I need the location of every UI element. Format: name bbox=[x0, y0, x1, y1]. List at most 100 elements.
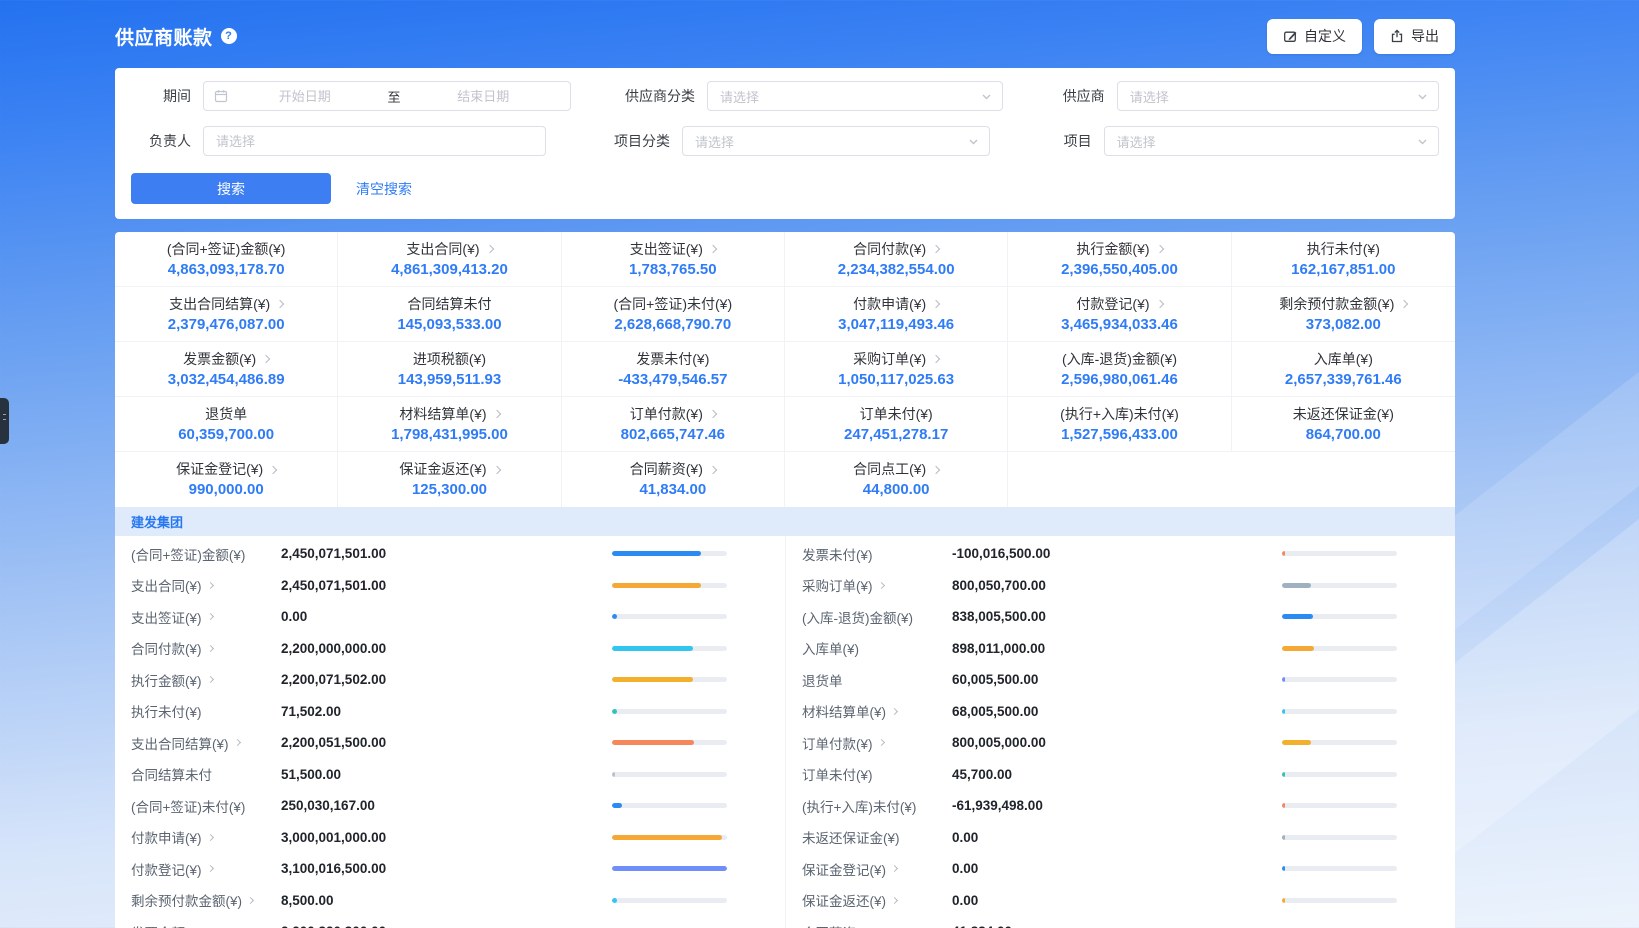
stat-value: 0.00 bbox=[952, 830, 1282, 845]
progress-bar bbox=[1282, 772, 1285, 777]
help-icon[interactable]: ? bbox=[221, 28, 237, 44]
summary-cell-value: 162,167,851.00 bbox=[1291, 261, 1395, 278]
summary-cell[interactable]: 付款登记(¥)3,465,934,033.46 bbox=[1008, 287, 1231, 342]
owner-select[interactable] bbox=[203, 126, 546, 156]
summary-cell-label[interactable]: 合同薪资(¥) bbox=[630, 461, 716, 478]
chevron-right-icon bbox=[492, 465, 500, 473]
end-date-input[interactable] bbox=[407, 89, 561, 104]
summary-cell-label[interactable]: 订单付款(¥) bbox=[630, 406, 716, 423]
summary-cell: 发票未付(¥)-433,479,546.57 bbox=[562, 342, 785, 397]
progress-bar bbox=[1282, 740, 1311, 745]
export-button[interactable]: 导出 bbox=[1374, 19, 1455, 54]
summary-cell-value: 247,451,278.17 bbox=[844, 426, 948, 443]
summary-cell[interactable]: 订单付款(¥)802,665,747.46 bbox=[562, 397, 785, 452]
progress-track bbox=[612, 898, 727, 903]
summary-cell-value: 1,527,596,433.00 bbox=[1061, 426, 1178, 443]
supplier-class-select[interactable]: 请选择 bbox=[707, 81, 1003, 111]
stat-label[interactable]: 支出合同(¥) bbox=[131, 575, 281, 595]
stat-label[interactable]: 材料结算单(¥) bbox=[802, 701, 952, 721]
summary-cell-value: 864,700.00 bbox=[1306, 426, 1381, 443]
progress-track bbox=[1282, 740, 1397, 745]
summary-cell-label[interactable]: 材料结算单(¥) bbox=[399, 406, 499, 423]
supplier-select[interactable]: 请选择 bbox=[1117, 81, 1439, 111]
summary-cell-value: 2,396,550,405.00 bbox=[1061, 261, 1178, 278]
summary-cell[interactable]: 付款申请(¥)3,047,119,493.46 bbox=[785, 287, 1008, 342]
summary-cell[interactable]: 合同薪资(¥)41,834.00 bbox=[562, 452, 785, 507]
stat-row: 合同结算未付51,500.00 bbox=[131, 759, 785, 791]
summary-cell[interactable]: 保证金登记(¥)990,000.00 bbox=[115, 452, 338, 507]
summary-cell-label: (入库-退货)金额(¥) bbox=[1062, 351, 1177, 368]
summary-cell-value: 2,657,339,761.46 bbox=[1285, 371, 1402, 388]
stat-label[interactable]: 执行金额(¥) bbox=[131, 670, 281, 690]
summary-cell-label[interactable]: 合同点工(¥) bbox=[853, 461, 939, 478]
summary-cell-label[interactable]: 执行金额(¥) bbox=[1076, 241, 1162, 258]
chevron-down-icon bbox=[1417, 91, 1428, 102]
side-drawer-handle[interactable] bbox=[0, 398, 9, 444]
summary-cell-label[interactable]: 采购订单(¥) bbox=[853, 351, 939, 368]
progress-bar bbox=[1282, 583, 1311, 588]
chevron-right-icon bbox=[1155, 300, 1163, 308]
stat-row: 发票未付(¥)-100,016,500.00 bbox=[802, 538, 1455, 570]
summary-cell-label: 合同结算未付 bbox=[407, 296, 491, 313]
stat-value: 2,450,071,501.00 bbox=[281, 578, 612, 593]
summary-cell[interactable]: 保证金返还(¥)125,300.00 bbox=[338, 452, 561, 507]
summary-cell-value: 1,798,431,995.00 bbox=[391, 426, 508, 443]
stat-label[interactable]: 合同薪资(¥) bbox=[802, 922, 952, 928]
summary-cell-value: 4,861,309,413.20 bbox=[391, 261, 508, 278]
progress-bar bbox=[1282, 835, 1285, 840]
chevron-right-icon bbox=[206, 865, 213, 872]
summary-cell[interactable]: 采购订单(¥)1,050,117,025.63 bbox=[785, 342, 1008, 397]
stat-label[interactable]: 采购订单(¥) bbox=[802, 575, 952, 595]
summary-cell[interactable]: 剩余预付款金额(¥)373,082.00 bbox=[1232, 287, 1455, 342]
summary-cell-value: 1,783,765.50 bbox=[629, 261, 717, 278]
stat-label[interactable]: 订单付款(¥) bbox=[802, 733, 952, 753]
summary-cell: 入库单(¥)2,657,339,761.46 bbox=[1232, 342, 1455, 397]
progress-track bbox=[612, 709, 727, 714]
summary-cell-label[interactable]: 支出合同结算(¥) bbox=[169, 296, 283, 313]
clear-search-link[interactable]: 清空搜索 bbox=[356, 179, 412, 199]
summary-cell-label[interactable]: 剩余预付款金额(¥) bbox=[1279, 296, 1407, 313]
summary-cell-label[interactable]: 付款申请(¥) bbox=[853, 296, 939, 313]
summary-cell-label[interactable]: 保证金登记(¥) bbox=[176, 461, 276, 478]
progress-bar bbox=[612, 740, 694, 745]
chevron-right-icon bbox=[932, 300, 940, 308]
customize-button[interactable]: 自定义 bbox=[1267, 19, 1362, 54]
summary-cell[interactable]: 合同付款(¥)2,234,382,554.00 bbox=[785, 232, 1008, 287]
summary-cell: 执行未付(¥)162,167,851.00 bbox=[1232, 232, 1455, 287]
summary-cell[interactable]: 材料结算单(¥) 1,798,431,995.00 bbox=[338, 397, 561, 452]
stat-label[interactable]: 发票金额(¥) bbox=[131, 922, 281, 928]
summary-cell[interactable]: 支出合同(¥) 4,861,309,413.20 bbox=[338, 232, 561, 287]
search-button[interactable]: 搜索 bbox=[131, 173, 331, 204]
summary-cell-label: 发票未付(¥) bbox=[636, 351, 709, 368]
summary-cell[interactable]: 支出合同结算(¥)2,379,476,087.00 bbox=[115, 287, 338, 342]
summary-cell[interactable]: 支出签证(¥) 1,783,765.50 bbox=[562, 232, 785, 287]
summary-cell[interactable]: 合同点工(¥)44,800.00 bbox=[785, 452, 1008, 507]
stat-label[interactable]: 合同付款(¥) bbox=[131, 638, 281, 658]
summary-cell-label[interactable]: 付款登记(¥) bbox=[1076, 296, 1162, 313]
stat-label[interactable]: 付款申请(¥) bbox=[131, 827, 281, 847]
stat-label[interactable]: 剩余预付款金额(¥) bbox=[131, 890, 281, 910]
summary-cell-label[interactable]: 支出签证(¥) bbox=[630, 241, 716, 258]
summary-cell-label: (合同+签证)金额(¥) bbox=[167, 241, 286, 258]
summary-cell-label[interactable]: 保证金返还(¥) bbox=[399, 461, 499, 478]
stat-label[interactable]: 支出合同结算(¥) bbox=[131, 733, 281, 753]
progress-bar bbox=[612, 709, 617, 714]
summary-cell[interactable]: 执行金额(¥) 2,396,550,405.00 bbox=[1008, 232, 1231, 287]
owner-input[interactable] bbox=[216, 134, 533, 149]
stat-label[interactable]: 保证金返还(¥) bbox=[802, 890, 952, 910]
stat-label[interactable]: 支出签证(¥) bbox=[131, 607, 281, 627]
summary-cell[interactable]: 发票金额(¥)3,032,454,486.89 bbox=[115, 342, 338, 397]
summary-cell-label[interactable]: 发票金额(¥) bbox=[183, 351, 269, 368]
group-name[interactable]: 建发集团 bbox=[131, 512, 183, 531]
start-date-input[interactable] bbox=[228, 89, 382, 104]
summary-cell-label[interactable]: 支出合同(¥) bbox=[406, 241, 492, 258]
summary-cell-label[interactable]: 合同付款(¥) bbox=[853, 241, 939, 258]
progress-track bbox=[612, 551, 727, 556]
stat-label[interactable]: 付款登记(¥) bbox=[131, 859, 281, 879]
progress-bar bbox=[612, 835, 722, 840]
date-range-input[interactable]: 至 bbox=[203, 81, 571, 111]
stat-label: (执行+入库)未付(¥) bbox=[802, 796, 952, 816]
stat-label[interactable]: 保证金登记(¥) bbox=[802, 859, 952, 879]
project-class-select[interactable]: 请选择 bbox=[682, 126, 990, 156]
project-select[interactable]: 请选择 bbox=[1104, 126, 1439, 156]
